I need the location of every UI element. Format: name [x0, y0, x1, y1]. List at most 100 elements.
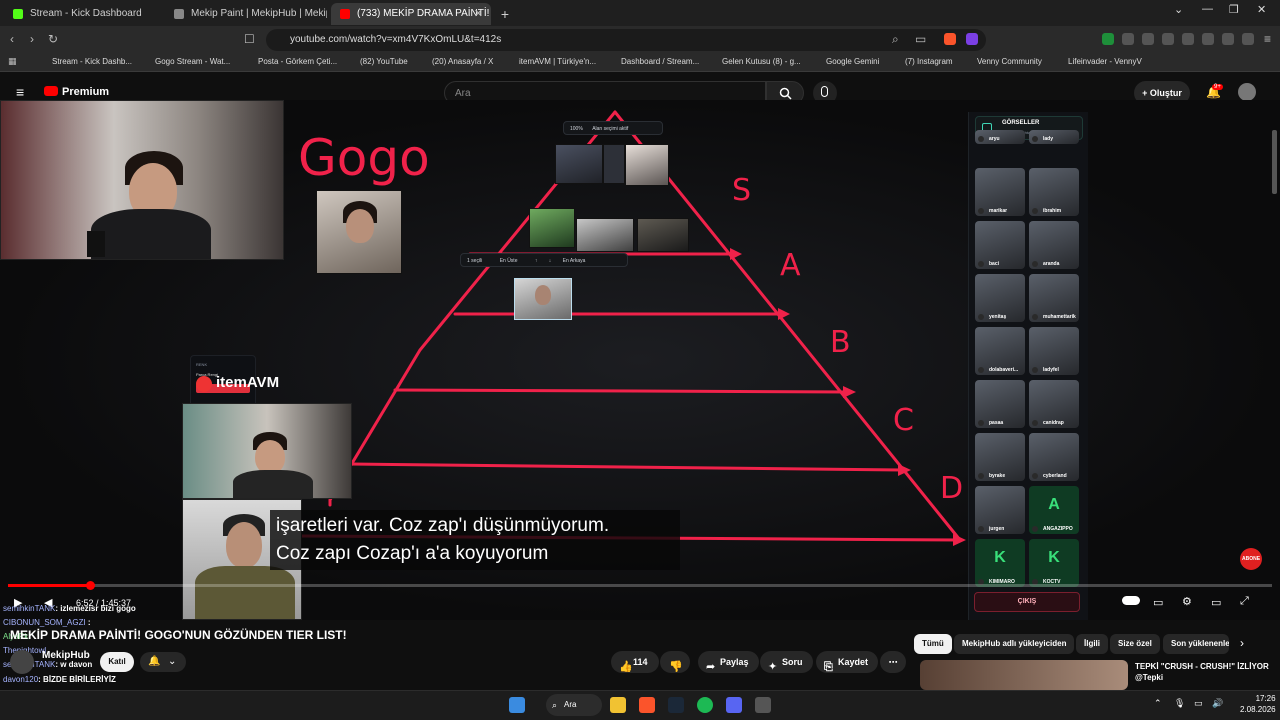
ask-button[interactable]: ✦ Soru: [760, 651, 813, 673]
volume-tray-icon[interactable]: 🔊: [1212, 698, 1223, 709]
extension-icon[interactable]: [1162, 33, 1174, 45]
panel-image-cell[interactable]: ibrahim: [1029, 168, 1079, 216]
brave-shield-icon[interactable]: [944, 33, 956, 45]
panel-image-cell[interactable]: A ANGAZIPPO: [1029, 486, 1079, 534]
taskbar-clock[interactable]: 17:26 2.08.2026: [1240, 693, 1276, 715]
panel-image-cell[interactable]: muhamettarik: [1029, 274, 1079, 322]
chip-recent[interactable]: Son yüklenenle: [1163, 634, 1229, 654]
share-button[interactable]: ➦ Paylaş: [698, 651, 759, 673]
panel-image-cell[interactable]: ladyfel: [1029, 327, 1079, 375]
steam-icon[interactable]: [668, 697, 684, 713]
spotify-icon[interactable]: [697, 697, 713, 713]
dislike-button[interactable]: 👎: [660, 651, 690, 673]
panel-image-cell[interactable]: cyberland: [1029, 433, 1079, 481]
extension-icon[interactable]: [1122, 33, 1134, 45]
maximize-icon[interactable]: ❐: [1229, 3, 1239, 16]
extension-icon[interactable]: [1202, 33, 1214, 45]
menu-icon[interactable]: ≡: [1264, 32, 1271, 46]
bookmark-item[interactable]: (20) Anasayfa / X: [420, 57, 493, 66]
recommended-thumbnail[interactable]: [920, 660, 1128, 690]
panel-image-cell[interactable]: marikar: [975, 168, 1025, 216]
vpn-icon[interactable]: [1242, 33, 1254, 45]
bookmark-item[interactable]: (82) YouTube: [348, 57, 408, 66]
tab-kick-dashboard[interactable]: Stream - Kick Dashboard: [4, 3, 162, 25]
zoom-icon[interactable]: ⌕: [892, 32, 899, 47]
hamburger-menu-icon[interactable]: ≡: [16, 84, 24, 100]
panel-image-cell[interactable]: dolabaveri...: [975, 327, 1025, 375]
back-icon[interactable]: ‹: [10, 32, 14, 46]
autoplay-toggle[interactable]: [1122, 596, 1140, 605]
exit-button[interactable]: ÇIKIŞ: [974, 592, 1080, 612]
url-field[interactable]: youtube.com/watch?v=xm4V7KxOmLU&t=412s: [266, 29, 986, 51]
progress-bar[interactable]: [8, 581, 1272, 590]
bookmark-item[interactable]: Stream - Kick Dashb...: [40, 57, 132, 66]
file-explorer-icon[interactable]: [610, 697, 626, 713]
windows-start-icon[interactable]: [509, 697, 525, 713]
brave-rewards-icon[interactable]: [966, 33, 978, 45]
captions-icon[interactable]: ▭: [1153, 596, 1163, 609]
chip-related[interactable]: İlgili: [1076, 634, 1108, 654]
chip-for-you[interactable]: Size özel: [1110, 634, 1160, 654]
panel-image-cell[interactable]: pasaa: [975, 380, 1025, 428]
chip-from-uploader[interactable]: MekipHub adlı yükleyiciden: [954, 634, 1075, 654]
bookmark-item[interactable]: Gelen Kutusu (8) - g...: [710, 57, 801, 66]
forward-icon[interactable]: ›: [30, 32, 34, 46]
mic-tray-icon[interactable]: 🎙: [1174, 698, 1185, 709]
minimize-icon[interactable]: —: [1202, 3, 1213, 15]
sidebar-icon[interactable]: [1182, 33, 1194, 45]
tab-youtube-video[interactable]: (733) MEKİP DRAMA PAİNTİ! GO ✕: [331, 3, 491, 25]
extension-icon[interactable]: [1142, 33, 1154, 45]
panel-image-cell[interactable]: lady: [1029, 130, 1079, 144]
panel-image-cell[interactable]: aranda: [1029, 221, 1079, 269]
avatar[interactable]: [1238, 83, 1256, 101]
youtube-logo-icon[interactable]: [44, 86, 58, 96]
app-icon[interactable]: [755, 697, 771, 713]
panel-image-cell[interactable]: jurgen: [975, 486, 1025, 534]
apps-grid-icon[interactable]: ▦: [8, 56, 17, 67]
panel-image-cell[interactable]: yenitaş: [975, 274, 1025, 322]
bookmark-item[interactable]: Dashboard / Stream...: [609, 57, 699, 66]
tray-chevron-icon[interactable]: ⌃: [1154, 698, 1162, 709]
tab-mekip-paint[interactable]: Mekip Paint | MekipHub | MekipHub: [165, 3, 327, 25]
panel-image-cell[interactable]: aryu: [975, 130, 1025, 144]
recommended-title[interactable]: TEPKİ "CRUSH - CRUSH!" İZLİYOR @Tepki: [1135, 661, 1275, 683]
bookmark-icon[interactable]: ☐: [244, 32, 255, 46]
bookmark-item[interactable]: Google Gemini: [814, 57, 879, 66]
bookmark-item[interactable]: Lifeinvader - VennyV: [1056, 57, 1142, 66]
extension-icon[interactable]: [1222, 33, 1234, 45]
panel-image-cell[interactable]: byrake: [975, 433, 1025, 481]
subscribe-bell-button[interactable]: 🔔 ⌄: [140, 652, 186, 672]
cast-icon[interactable]: ▭: [915, 32, 926, 46]
reload-icon[interactable]: ↻: [48, 32, 58, 46]
like-button[interactable]: 👍 114: [611, 651, 659, 673]
page-scrollbar[interactable]: [1272, 130, 1277, 194]
bookmark-item[interactable]: Venny Community: [965, 57, 1042, 66]
save-button[interactable]: ⎘ Kaydet: [816, 651, 879, 673]
bookmark-item[interactable]: Posta - Görkem Çeti...: [246, 57, 337, 66]
bookmark-item[interactable]: Gogo Stream - Wat...: [143, 57, 230, 66]
extension-icon[interactable]: [1102, 33, 1114, 45]
panel-image-cell[interactable]: K KOCTV: [1029, 539, 1079, 587]
chevron-right-icon[interactable]: ›: [1240, 636, 1244, 650]
bookmark-item[interactable]: itemAVM | Türkiye'n...: [507, 57, 596, 66]
bookmark-item[interactable]: (7) Instagram: [893, 57, 953, 66]
theater-mode-icon[interactable]: ▭: [1211, 596, 1221, 609]
network-icon[interactable]: ▭: [1194, 698, 1203, 709]
close-window-icon[interactable]: ✕: [1257, 3, 1266, 16]
tab-search-icon[interactable]: ⌄: [1174, 3, 1183, 16]
discord-icon[interactable]: [726, 697, 742, 713]
settings-gear-icon[interactable]: ⚙: [1182, 595, 1192, 608]
video-player[interactable]: S A B C D Gogo itemAVM 100% Alan seçimi …: [0, 100, 1280, 620]
channel-avatar[interactable]: [10, 650, 34, 674]
panel-image-cell[interactable]: K KIMIMARO: [975, 539, 1025, 587]
join-button[interactable]: Katıl: [100, 652, 134, 672]
panel-image-cell[interactable]: canidrap: [1029, 380, 1079, 428]
panel-image-cell[interactable]: baci: [975, 221, 1025, 269]
taskbar-search[interactable]: ⌕ Ara: [546, 694, 602, 716]
chip-all[interactable]: Tümü: [914, 634, 952, 654]
channel-name[interactable]: MekipHub: [42, 650, 90, 661]
brave-icon[interactable]: [639, 697, 655, 713]
fullscreen-icon[interactable]: ⤢: [1240, 595, 1249, 608]
new-tab-button[interactable]: +: [494, 3, 516, 25]
more-actions-button[interactable]: ⋯: [880, 651, 906, 673]
